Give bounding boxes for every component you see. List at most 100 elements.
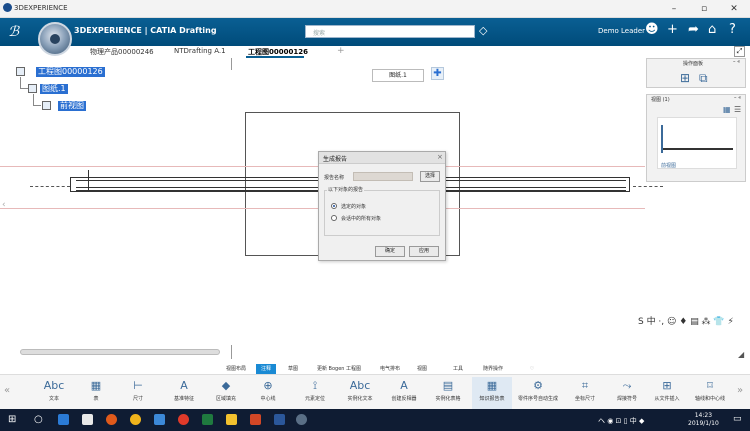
file-name-field[interactable]: [353, 172, 413, 181]
thumbnail-marker: [661, 125, 663, 153]
plus-icon[interactable]: +: [667, 22, 678, 37]
dialog-close-icon[interactable]: ×: [437, 153, 443, 161]
system-tray[interactable]: ヘ ◉ ⊡ ▯ 中 ◆: [598, 416, 644, 426]
app-icon[interactable]: [82, 414, 93, 425]
tab-boundary[interactable]: 随界操作: [476, 364, 510, 374]
horizontal-scrollbar[interactable]: [20, 349, 220, 355]
user-icon[interactable]: ☻: [645, 22, 659, 37]
text-tool[interactable]: Abc 文本: [34, 377, 74, 409]
expand-icon[interactable]: ⤢: [734, 46, 745, 57]
all-objects-radio[interactable]: [331, 215, 337, 221]
powerpoint-icon[interactable]: [250, 414, 261, 425]
list-view-icon[interactable]: ☰: [734, 105, 741, 114]
chrome-icon[interactable]: [130, 414, 141, 425]
share-icon[interactable]: ➦: [688, 22, 699, 37]
sheet-tag[interactable]: 图纸.1: [372, 69, 424, 82]
resize-grip-icon[interactable]: ◢: [738, 350, 744, 359]
task-view-icon[interactable]: [58, 414, 69, 425]
sheet-icon[interactable]: [28, 84, 37, 93]
datum-feature-tool[interactable]: A 基准特征: [164, 377, 204, 409]
add-sheet-icon[interactable]: ✚: [431, 67, 444, 80]
notification-icon[interactable]: ▭: [733, 414, 742, 424]
tool-label: 轴线和中心线: [694, 396, 725, 402]
close-button[interactable]: ✕: [724, 1, 744, 17]
tool-label: 从文件插入: [654, 396, 680, 402]
views-panel-collapse-icon[interactable]: – «: [734, 95, 741, 101]
apply-button[interactable]: 应用: [409, 246, 439, 257]
user-name[interactable]: Demo Leader: [598, 27, 645, 35]
tool-label: 尺寸: [132, 396, 143, 402]
scroll-left-icon[interactable]: «: [4, 385, 10, 396]
create-inverter-tool[interactable]: A 创建反相器: [384, 377, 424, 409]
splitter[interactable]: [231, 58, 232, 70]
text-icon: Abc: [43, 379, 65, 392]
balloon-generation-tool[interactable]: ⚙ 零件序号自动生成: [518, 377, 558, 409]
tab-tools[interactable]: 工具: [446, 364, 470, 374]
app-icon[interactable]: [154, 414, 165, 425]
knowledge-report-tool[interactable]: ▦ 知识报告表: [472, 377, 512, 409]
more-tabs-icon[interactable]: ♡: [526, 364, 538, 374]
splitter[interactable]: [231, 345, 232, 359]
app-icon[interactable]: [106, 414, 117, 425]
collapse-left-icon[interactable]: ‹: [2, 200, 6, 210]
home-icon[interactable]: ⌂: [708, 22, 716, 37]
app-logo-icon: [3, 3, 12, 12]
fill-icon: ◆: [221, 379, 231, 392]
operation-icon[interactable]: ⊞: [680, 71, 690, 85]
insert-from-file-tool[interactable]: ⊞ 从文件插入: [647, 377, 687, 409]
view-icon[interactable]: [42, 101, 51, 110]
compass-icon[interactable]: [38, 22, 72, 56]
all-objects-label: 会话中的所有对象: [341, 216, 382, 222]
report-scope-group: [324, 190, 440, 236]
grid-view-icon[interactable]: ▦: [723, 105, 731, 114]
tab-update[interactable]: 更新 Bogen 工程图: [308, 364, 370, 374]
app-icon[interactable]: [178, 414, 189, 425]
drawing-icon[interactable]: [16, 67, 25, 76]
tab-annotation[interactable]: 注释: [256, 364, 276, 374]
catia-icon[interactable]: [296, 414, 307, 425]
coordinate-dimension-tool[interactable]: ⌗ 坐标尺寸: [565, 377, 605, 409]
selected-objects-radio[interactable]: [331, 203, 337, 209]
element-position-tool[interactable]: ⟟ 元素定位: [295, 377, 335, 409]
position-icon: ⟟: [312, 379, 318, 392]
scroll-right-icon[interactable]: »: [737, 385, 743, 396]
help-icon[interactable]: ?: [729, 22, 736, 37]
ok-button[interactable]: 确定: [375, 246, 405, 257]
tag-icon[interactable]: ◇: [479, 24, 487, 37]
weld-symbol-tool[interactable]: ⤳ 焊接符号: [607, 377, 647, 409]
tab-drafting[interactable]: NTDrafting A.1: [174, 47, 226, 55]
search-input[interactable]: 搜索 🔍: [305, 25, 475, 38]
tab-view[interactable]: 视图: [410, 364, 434, 374]
tab-product[interactable]: 物理产品00000246: [90, 47, 154, 57]
group-label: 以下对象的报告: [327, 186, 365, 193]
axis-centerline-tool[interactable]: ⌑ 轴线和中心线: [690, 377, 730, 409]
tab-view-layout[interactable]: 视图布局: [218, 364, 254, 374]
search-taskbar-icon[interactable]: ○: [34, 414, 43, 425]
minimize-button[interactable]: –: [664, 1, 684, 17]
tree-sheet[interactable]: 图纸.1: [40, 84, 68, 94]
instantiate-table-tool[interactable]: ▤ 实例化表格: [428, 377, 468, 409]
instantiate-text-tool[interactable]: Abc 实例化文本: [340, 377, 380, 409]
panel-minimize-icon[interactable]: – «: [733, 59, 740, 65]
tree-root[interactable]: 工程图00000126: [36, 67, 105, 77]
ime-toolbar[interactable]: S 中 ·, ☺ ♦ ▤ ⁂ 👕 ⚡: [638, 314, 734, 327]
folder-icon[interactable]: [226, 414, 237, 425]
operation-icon[interactable]: ⧉: [699, 71, 708, 86]
add-tab-button[interactable]: +: [337, 46, 345, 56]
tree-view[interactable]: 前视图: [58, 101, 86, 111]
clock[interactable]: 14:23 2019/1/10: [688, 412, 719, 428]
search-placeholder: 搜索: [313, 30, 326, 37]
maximize-button[interactable]: ▫: [694, 1, 714, 17]
clock-time: 14:23: [694, 412, 713, 419]
table-tool[interactable]: ▦ 表: [76, 377, 116, 409]
start-icon[interactable]: ⊞: [8, 414, 16, 425]
tab-sketch[interactable]: 草图: [281, 364, 305, 374]
tool-label: 创建反相器: [391, 396, 417, 402]
select-button[interactable]: 选择: [420, 171, 440, 182]
centerline-tool[interactable]: ⊕ 中心线: [248, 377, 288, 409]
word-icon[interactable]: [274, 414, 285, 425]
area-fill-tool[interactable]: ◆ 区域填充: [206, 377, 246, 409]
dimension-tool[interactable]: ⊢ 尺寸: [118, 377, 158, 409]
excel-icon[interactable]: [202, 414, 213, 425]
tab-electrical[interactable]: 电气排布: [373, 364, 407, 374]
